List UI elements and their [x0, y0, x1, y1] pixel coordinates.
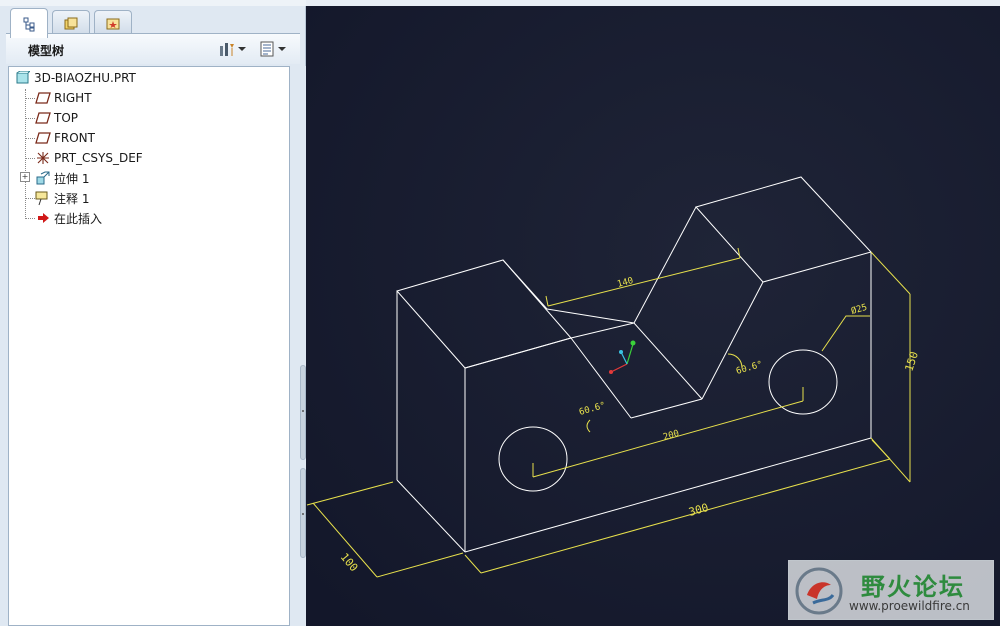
tree-settings-icon: [220, 43, 234, 56]
insert-here-arrow-icon: [35, 210, 51, 226]
annotation-icon: [35, 190, 51, 206]
y-axis-dot: [630, 340, 636, 346]
panel-title: 模型树: [28, 44, 65, 58]
tree-item-extrude[interactable]: 拉伸 1: [35, 169, 89, 187]
tree-item-csys[interactable]: PRT_CSYS_DEF: [35, 149, 143, 167]
model-tree-header: 模型树: [6, 34, 300, 64]
tree-item-label: 在此插入: [54, 211, 103, 226]
watermark-title: 野火论坛: [861, 573, 965, 601]
datum-plane-icon: [35, 110, 51, 126]
tree-item-annotation[interactable]: 注释 1: [35, 189, 89, 207]
tree-item-label: TOP: [54, 111, 79, 125]
datum-plane-icon: [35, 130, 51, 146]
tab-model-tree[interactable]: [10, 8, 48, 38]
tree-show-icon: [260, 41, 274, 57]
model-tree: + 3D-BIAOZHU.PRT RIGHT TOP FRONT PRT_CSY…: [8, 66, 290, 626]
coordinate-system-icon: [35, 150, 51, 166]
tree-connector: [25, 158, 35, 159]
tree-settings-button[interactable]: [218, 40, 246, 58]
datum-plane-icon: [35, 90, 51, 106]
tree-item-label: 拉伸 1: [54, 171, 90, 186]
tree-connector: [25, 198, 35, 199]
graphics-viewport[interactable]: 140 300 100 150 200 60.6° 60.6° Ø25: [306, 6, 1000, 626]
tree-item-label: PRT_CSYS_DEF: [54, 151, 143, 165]
x-axis-dot: [609, 370, 613, 374]
forum-logo-icon: [795, 567, 843, 615]
tree-item-label: 注释 1: [54, 191, 90, 206]
extrude-icon: [35, 170, 51, 186]
tree-connector: [25, 138, 35, 139]
tree-item-top[interactable]: TOP: [35, 109, 78, 127]
tree-item-label: FRONT: [54, 131, 95, 145]
tree-item-label: 3D-BIAOZHU.PRT: [34, 71, 136, 85]
model-drawing: 140 300 100 150 200 60.6° 60.6° Ø25: [306, 6, 1000, 626]
panel-top-strip: [0, 0, 306, 6]
tree-item-right[interactable]: RIGHT: [35, 89, 92, 107]
model-tree-panel: 模型树 + 3D-BIAOZHU.PRT RIGHT TOP FRONT PRT…: [0, 0, 306, 626]
tree-connector: [25, 98, 35, 99]
grip-dot: [302, 513, 304, 515]
watermark-url: www.proewildfire.cn: [849, 599, 970, 613]
tree-connector: [25, 118, 35, 119]
chevron-down-icon: [238, 47, 246, 51]
expand-toggle[interactable]: +: [20, 172, 30, 182]
tree-view-icon: [23, 17, 35, 31]
tree-item-part[interactable]: 3D-BIAOZHU.PRT: [15, 69, 136, 87]
forum-watermark: 野火论坛 www.proewildfire.cn: [788, 560, 994, 620]
tree-item-label: RIGHT: [54, 91, 92, 105]
tree-connector: [25, 89, 26, 219]
favorites-icon: [106, 18, 120, 29]
tree-item-insert-here[interactable]: 在此插入: [35, 209, 102, 227]
chevron-down-icon: [278, 47, 286, 51]
z-axis-dot: [619, 350, 623, 354]
grip-dot: [302, 410, 304, 412]
tree-item-front[interactable]: FRONT: [35, 129, 95, 147]
folder-browser-icon: [64, 17, 78, 29]
part-icon: [15, 70, 31, 86]
tree-show-button[interactable]: [258, 40, 286, 58]
tree-connector: [25, 218, 35, 219]
viewport-background: [306, 6, 1000, 626]
